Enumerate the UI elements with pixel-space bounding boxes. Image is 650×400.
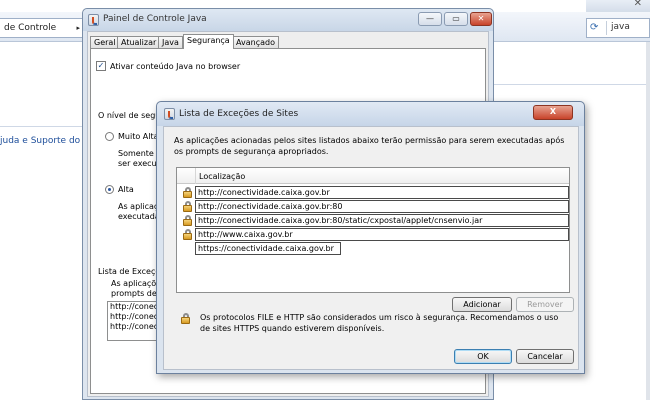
java-logo-icon bbox=[164, 108, 175, 120]
column-separator bbox=[195, 168, 196, 184]
right-pane-divider bbox=[490, 84, 650, 85]
enable-java-label: Ativar conteúdo Java no browser bbox=[110, 62, 241, 71]
dialog-close-button[interactable]: X bbox=[533, 105, 573, 120]
search-box[interactable]: ⟳ java bbox=[586, 18, 650, 38]
tab-geral[interactable]: Geral bbox=[90, 36, 120, 48]
exception-site-table: Localização http://conectividade.caixa.g… bbox=[176, 167, 570, 293]
unsecure-lock-icon bbox=[182, 228, 193, 241]
unsecure-lock-icon bbox=[182, 186, 193, 199]
very-high-radio[interactable] bbox=[105, 132, 114, 141]
very-high-label: Muito Alta bbox=[118, 132, 159, 141]
sidebar-divider bbox=[0, 126, 82, 127]
add-button[interactable]: Adicionar bbox=[452, 297, 512, 312]
jcp-titlebar[interactable]: Painel de Controle Java — ▭ ✕ bbox=[83, 9, 493, 31]
high-desc-1: As aplicaç bbox=[118, 202, 159, 211]
search-separator bbox=[606, 21, 607, 35]
remove-button[interactable]: Remover bbox=[516, 297, 574, 312]
column-header-location: Localização bbox=[199, 172, 246, 181]
exception-list-label: Lista de Exceçõ bbox=[98, 267, 161, 276]
tab-java[interactable]: Java bbox=[158, 36, 183, 48]
list-item: http://conecti bbox=[110, 322, 163, 331]
exception-desc-1: As aplicaçõ bbox=[111, 279, 157, 288]
cancel-button[interactable]: Cancelar bbox=[516, 349, 574, 364]
site-url-cell[interactable]: http://conectividade.caixa.gov.br:80 bbox=[195, 200, 569, 213]
site-url-cell[interactable]: http://conectividade.caixa.gov.br:80/sta… bbox=[195, 214, 569, 227]
dialog-title: Lista de Exceções de Sites bbox=[179, 109, 299, 119]
very-high-desc-1: Somente a bbox=[118, 149, 162, 158]
list-item: http://conecti bbox=[110, 312, 163, 321]
maximize-button[interactable]: ▭ bbox=[444, 12, 468, 26]
enable-java-checkbox[interactable]: ✓ bbox=[96, 61, 106, 71]
dialog-titlebar[interactable]: Lista de Exceções de Sites X bbox=[157, 102, 584, 126]
breadcrumb-label: de Controle bbox=[4, 23, 57, 33]
security-level-label: O nível de segur bbox=[98, 111, 164, 120]
help-support-link[interactable]: juda e Suporte do W bbox=[0, 136, 92, 146]
minimize-button[interactable]: — bbox=[418, 12, 442, 26]
close-icon: X bbox=[549, 107, 557, 116]
site-url-cell[interactable]: http://conectividade.caixa.gov.br bbox=[195, 186, 569, 199]
explorer-scrollbar[interactable] bbox=[646, 42, 650, 400]
breadcrumb[interactable]: de Controle ▸ bbox=[0, 18, 85, 38]
breadcrumb-chevron-icon[interactable]: ▸ bbox=[76, 19, 80, 37]
dialog-body: As aplicações acionadas pelos sites list… bbox=[163, 126, 579, 370]
search-input[interactable]: java bbox=[611, 22, 630, 32]
table-header: Localização bbox=[177, 168, 569, 184]
site-url-cell-editing[interactable]: https://conectividade.caixa.gov.br bbox=[195, 242, 341, 255]
jcp-title: Painel de Controle Java bbox=[103, 14, 207, 24]
list-item: http://conecti bbox=[110, 302, 163, 311]
explorer-sidebar: juda e Suporte do W bbox=[0, 42, 92, 400]
unsecure-lock-icon bbox=[182, 214, 193, 227]
security-warning-text: Os protocolos FILE e HTTP são considerad… bbox=[200, 313, 559, 333]
high-radio[interactable] bbox=[105, 185, 114, 194]
table-row[interactable]: http://www.caixa.gov.br bbox=[177, 228, 569, 241]
table-row[interactable]: https://conectividade.caixa.gov.br bbox=[177, 242, 569, 255]
table-row[interactable]: http://conectividade.caixa.gov.br:80 bbox=[177, 200, 569, 213]
tab-atualizar[interactable]: Atualizar bbox=[117, 36, 161, 48]
exception-site-list-dialog: Lista de Exceções de Sites X As aplicaçõ… bbox=[156, 101, 585, 374]
ok-button[interactable]: OK bbox=[454, 349, 512, 364]
jcp-close-button[interactable]: ✕ bbox=[470, 12, 492, 26]
java-logo-icon bbox=[88, 14, 99, 26]
exception-mini-list[interactable]: http://conecti http://conecti http://con… bbox=[107, 301, 163, 341]
high-label: Alta bbox=[118, 185, 134, 194]
unsecure-lock-icon bbox=[182, 200, 193, 213]
refresh-icon[interactable]: ⟳ bbox=[590, 22, 598, 33]
high-desc-2: executada bbox=[118, 212, 160, 221]
dialog-description: As aplicações acionadas pelos sites list… bbox=[174, 136, 565, 156]
explorer-close-icon[interactable]: ✕ bbox=[634, 0, 642, 9]
very-high-desc-2: ser execut bbox=[118, 159, 160, 168]
table-row[interactable]: http://conectividade.caixa.gov.br:80/sta… bbox=[177, 214, 569, 227]
tab-avancado[interactable]: Avançado bbox=[232, 36, 279, 48]
tab-seguranca[interactable]: Segurança bbox=[183, 34, 234, 49]
explorer-titlebar-fragment: ✕ bbox=[586, 0, 650, 12]
site-url-cell[interactable]: http://www.caixa.gov.br bbox=[195, 228, 569, 241]
table-row[interactable]: http://conectividade.caixa.gov.br bbox=[177, 186, 569, 199]
warning-lock-icon bbox=[180, 312, 191, 325]
